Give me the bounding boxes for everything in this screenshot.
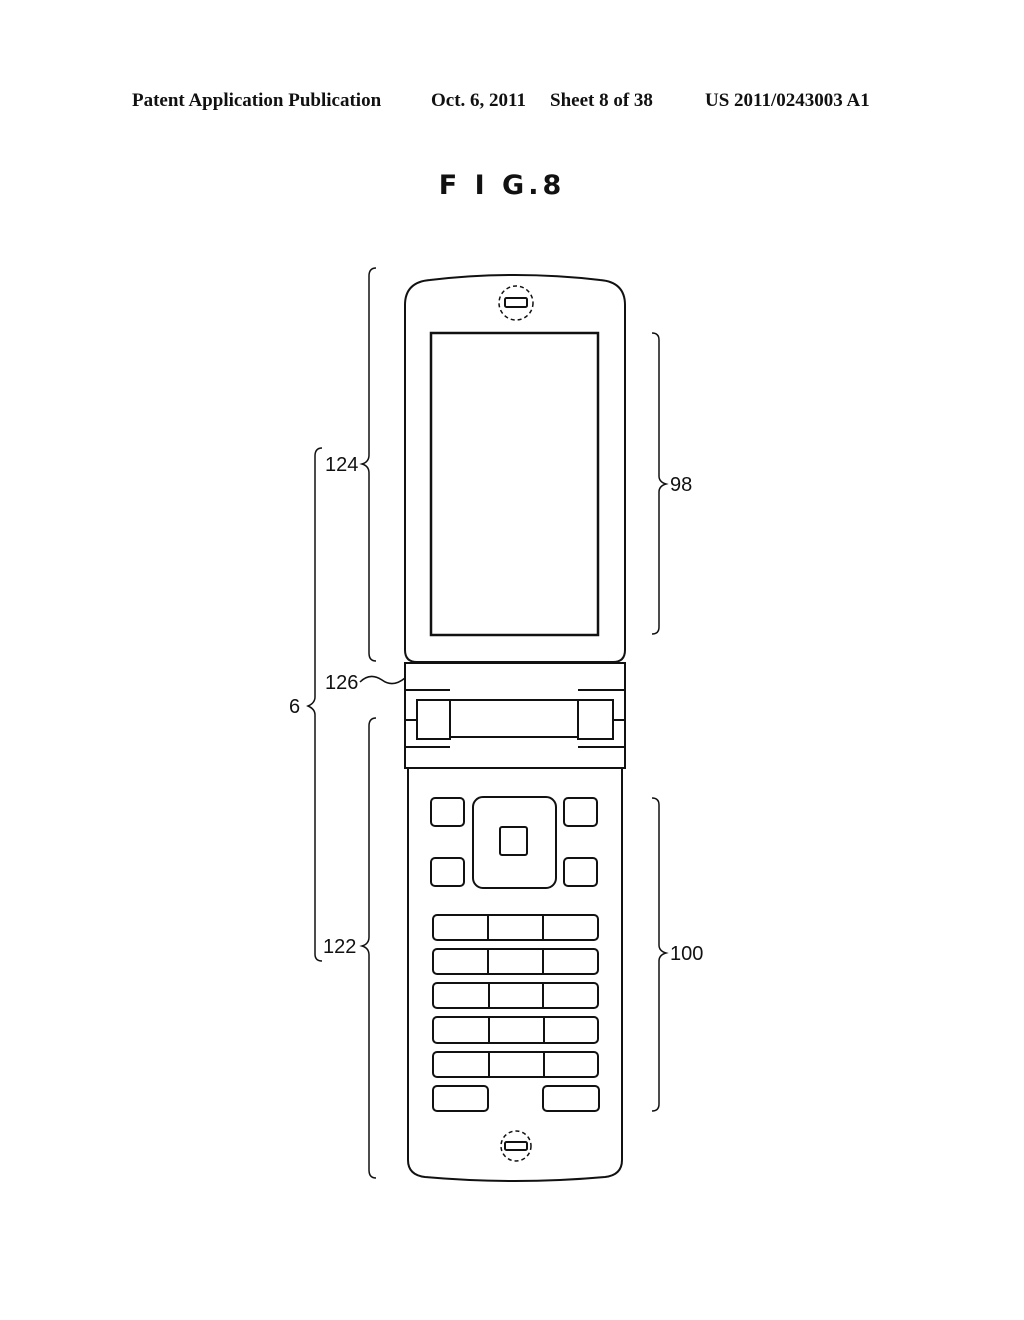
function-key [430,857,465,887]
label-126: 126 [325,672,358,694]
leader-126 [359,675,406,685]
numeric-keypad [432,914,599,1078]
bottom-key-right [542,1085,600,1112]
label-124: 124 [325,454,358,476]
microphone-icon [500,1130,532,1162]
brace-124 [359,267,377,662]
label-6: 6 [289,696,300,718]
bottom-key-left [432,1085,489,1112]
label-100: 100 [670,943,703,965]
hinge [404,662,626,769]
dpad [472,796,557,889]
brace-98 [651,332,669,635]
center-key [499,826,528,856]
label-98: 98 [670,474,692,496]
function-key [563,797,598,827]
label-122: 122 [323,936,356,958]
speaker-icon [498,285,534,321]
brace-6 [306,447,323,962]
function-key [430,797,465,827]
phone-drawing: 124 98 126 6 122 100 [289,267,703,1182]
brace-122 [359,717,377,1179]
function-key [563,857,598,887]
brace-100 [651,797,669,1112]
display-screen [429,331,600,637]
